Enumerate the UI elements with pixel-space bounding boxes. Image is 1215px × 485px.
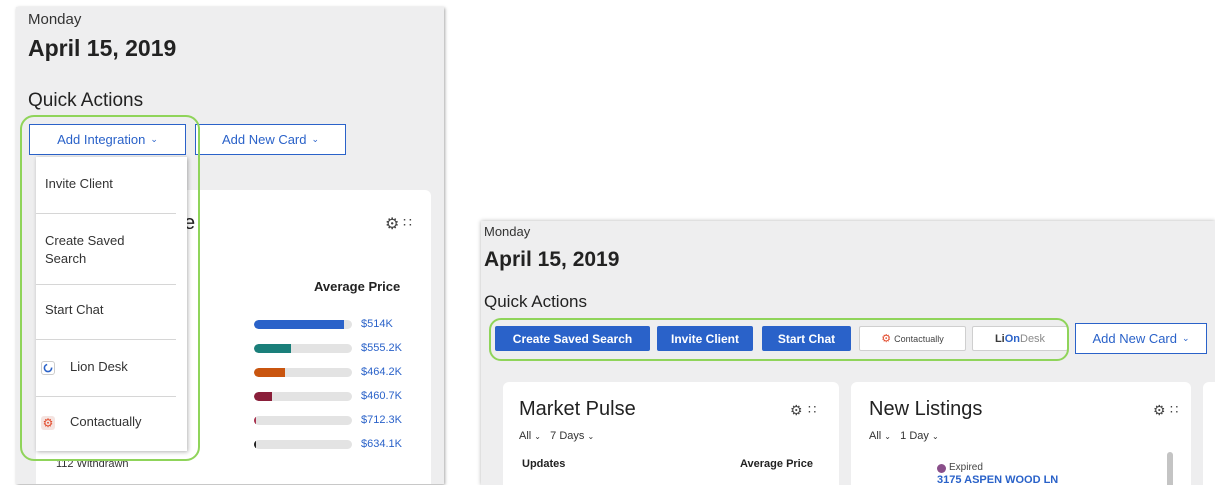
market-pulse-filters: All ⌄ 7 Days ⌄ [519, 430, 594, 442]
card-title: New Listings [869, 398, 983, 420]
average-price-header: Average Price [314, 279, 401, 294]
new-listings-card: New Listings ⚙ ∷ All ⌄ 1 Day ⌄ Expired 3… [851, 382, 1191, 485]
gear-icon[interactable]: ⚙ [1153, 402, 1166, 419]
add-new-card-button[interactable]: Add New Card ⌄ [1075, 323, 1207, 354]
price-bar-fill [254, 320, 345, 329]
average-price-value[interactable]: $514K [361, 318, 393, 330]
average-price-value[interactable]: $464.2K [361, 366, 402, 378]
page-date: April 15, 2019 [28, 35, 177, 61]
page-date: April 15, 2019 [484, 248, 620, 271]
average-price-column-header: Average Price [740, 458, 813, 470]
add-new-card-label: Add New Card [221, 132, 307, 147]
filter-all-dropdown[interactable]: All ⌄ [869, 430, 891, 442]
menu-item-start-chat[interactable]: Start Chat [45, 302, 104, 317]
average-price-value[interactable]: $555.2K [361, 342, 402, 354]
menu-item-invite-client[interactable]: Invite Client [45, 176, 113, 191]
weekday-label: Monday [484, 224, 531, 239]
partial-card [1203, 382, 1215, 485]
filter-all-label: All [519, 430, 532, 442]
price-bar-track [254, 344, 352, 353]
add-integration-label: Add Integration [57, 132, 146, 147]
price-bar-track [254, 392, 352, 401]
gear-icon[interactable]: ⚙ [790, 402, 803, 419]
quick-actions-title: Quick Actions [484, 292, 587, 311]
price-bar-track [254, 320, 352, 329]
chevron-down-icon: ⌄ [1182, 333, 1190, 343]
average-price-value[interactable]: $712.3K [361, 414, 402, 426]
create-saved-search-button[interactable]: Create Saved Search [495, 326, 650, 351]
contactually-button[interactable]: ⚙ Contactually [859, 326, 966, 351]
listing-status: Expired [949, 462, 983, 473]
price-bar-track [254, 416, 352, 425]
contactually-icon: ⚙ [41, 416, 55, 430]
filter-all-label: All [869, 430, 882, 442]
scrollbar-thumb[interactable] [1167, 452, 1173, 485]
menu-item-create-saved-search[interactable]: Create Saved Search [45, 232, 155, 268]
invite-client-button[interactable]: Invite Client [657, 326, 753, 351]
chevron-down-icon: ⌄ [150, 134, 158, 144]
liondesk-logo-part: Desk [1020, 332, 1046, 345]
updates-column-header: Updates [522, 458, 566, 470]
liondesk-button[interactable]: Li On Desk [972, 326, 1068, 351]
menu-item-lion-desk[interactable]: Lion Desk [70, 359, 128, 374]
menu-divider [36, 284, 176, 285]
filter-days-label: 7 Days [550, 430, 585, 442]
average-price-value[interactable]: $460.7K [361, 390, 402, 402]
liondesk-logo-part: Li [994, 332, 1005, 345]
liondesk-logo-part: On [1004, 332, 1020, 345]
price-bar-track [254, 368, 352, 377]
filter-all-dropdown[interactable]: All ⌄ [519, 430, 541, 442]
contactually-label: Contactually [894, 333, 944, 344]
add-integration-button[interactable]: Add Integration ⌄ [29, 124, 186, 155]
filter-days-label: 1 Day [900, 430, 929, 442]
add-integration-dropdown: Invite Client Create Saved Search Start … [36, 157, 187, 451]
left-screenshot-panel: Monday April 15, 2019 Quick Actions Add … [16, 7, 444, 484]
price-bar-fill [254, 344, 292, 353]
status-dot [937, 464, 946, 473]
average-price-value[interactable]: $634.1K [361, 438, 402, 450]
contactually-icon: ⚙ [881, 333, 892, 345]
drag-handle-icon[interactable]: ∷ [1170, 402, 1178, 418]
lion-desk-icon [41, 361, 55, 375]
card-title: Market Pulse [519, 398, 636, 420]
gear-icon[interactable]: ⚙ [385, 214, 399, 234]
weekday-label: Monday [28, 11, 82, 28]
market-pulse-card: Market Pulse ⚙ ∷ All ⌄ 7 Days ⌄ Updates … [503, 382, 839, 485]
withdrawn-row-label: 112 Withdrawn [56, 458, 129, 470]
price-bar-fill [254, 368, 286, 377]
drag-handle-icon[interactable]: ∷ [403, 214, 412, 231]
chevron-down-icon: ⌄ [587, 432, 595, 441]
chevron-down-icon: ⌄ [311, 134, 320, 144]
price-bar-fill [254, 416, 256, 425]
quick-actions-title: Quick Actions [28, 90, 144, 111]
menu-divider [36, 339, 176, 340]
chevron-down-icon: ⌄ [931, 432, 939, 441]
filter-days-dropdown[interactable]: 7 Days ⌄ [550, 430, 594, 442]
chevron-down-icon: ⌄ [884, 432, 891, 441]
chevron-down-icon: ⌄ [534, 432, 541, 441]
new-listings-filters: All ⌄ 1 Day ⌄ [869, 430, 939, 442]
menu-item-contactually[interactable]: Contactually [70, 414, 142, 429]
price-bar-fill [254, 392, 272, 401]
filter-days-dropdown[interactable]: 1 Day ⌄ [900, 430, 939, 442]
right-screenshot-panel: Monday April 15, 2019 Quick Actions Crea… [481, 221, 1215, 485]
price-bar-track [254, 440, 352, 449]
menu-divider [36, 213, 176, 214]
start-chat-button[interactable]: Start Chat [762, 326, 851, 351]
menu-divider [36, 396, 176, 397]
listing-address-link[interactable]: 3175 ASPEN WOOD LN [937, 474, 1058, 485]
price-bar-fill [254, 440, 256, 449]
drag-handle-icon[interactable]: ∷ [808, 402, 816, 418]
add-new-card-label: Add New Card [1092, 331, 1177, 346]
add-new-card-button[interactable]: Add New Card ⌄ [195, 124, 346, 155]
